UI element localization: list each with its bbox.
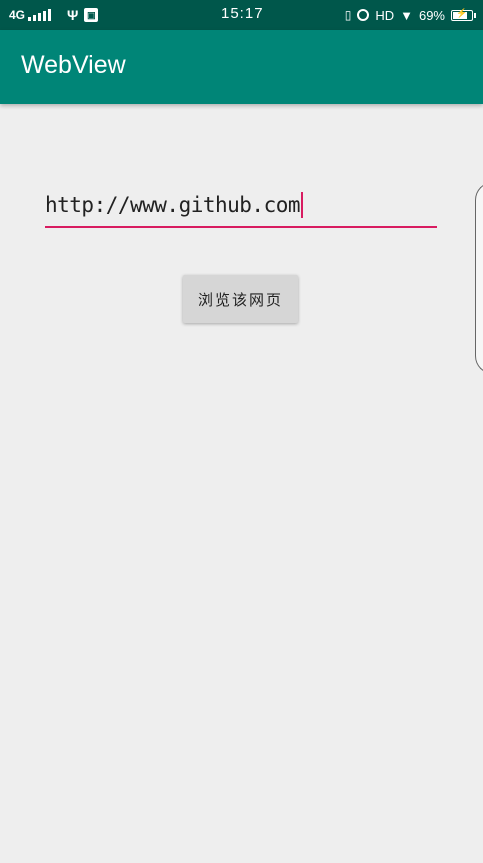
status-bar: 4G Ψ ▣ 15:17 ▯ HD ▼ 69% ⚡ <box>0 0 483 30</box>
browse-page-button[interactable]: 浏览该网页 <box>183 275 298 323</box>
status-bar-left: 4G Ψ ▣ <box>9 6 99 24</box>
status-bar-right: ▯ HD ▼ 69% ⚡ <box>344 6 476 24</box>
hd-label: HD <box>375 7 395 23</box>
text-cursor <box>301 192 304 218</box>
url-input-value: http://www.github.com <box>45 193 301 217</box>
url-input-content[interactable]: http://www.github.com <box>45 192 304 218</box>
app-bar: WebView <box>0 30 483 104</box>
url-input[interactable]: http://www.github.com <box>45 188 437 228</box>
wifi-icon: ▼ <box>400 7 413 23</box>
vibrate-icon: ▯ <box>344 8 352 22</box>
charging-bolt-icon: ⚡ <box>456 7 468 18</box>
battery-icon: ⚡ <box>451 7 476 21</box>
alarm-icon <box>357 9 370 21</box>
status-clock: 15:17 <box>221 5 264 22</box>
app-title: WebView <box>21 51 126 79</box>
battery-percent: 69% <box>418 7 445 23</box>
app-notification-icon: ▣ <box>84 8 99 22</box>
usb-icon: Ψ <box>67 7 79 23</box>
signal-icon <box>28 9 52 21</box>
edge-panel-handle[interactable] <box>475 182 483 374</box>
network-type: 4G <box>9 8 26 22</box>
